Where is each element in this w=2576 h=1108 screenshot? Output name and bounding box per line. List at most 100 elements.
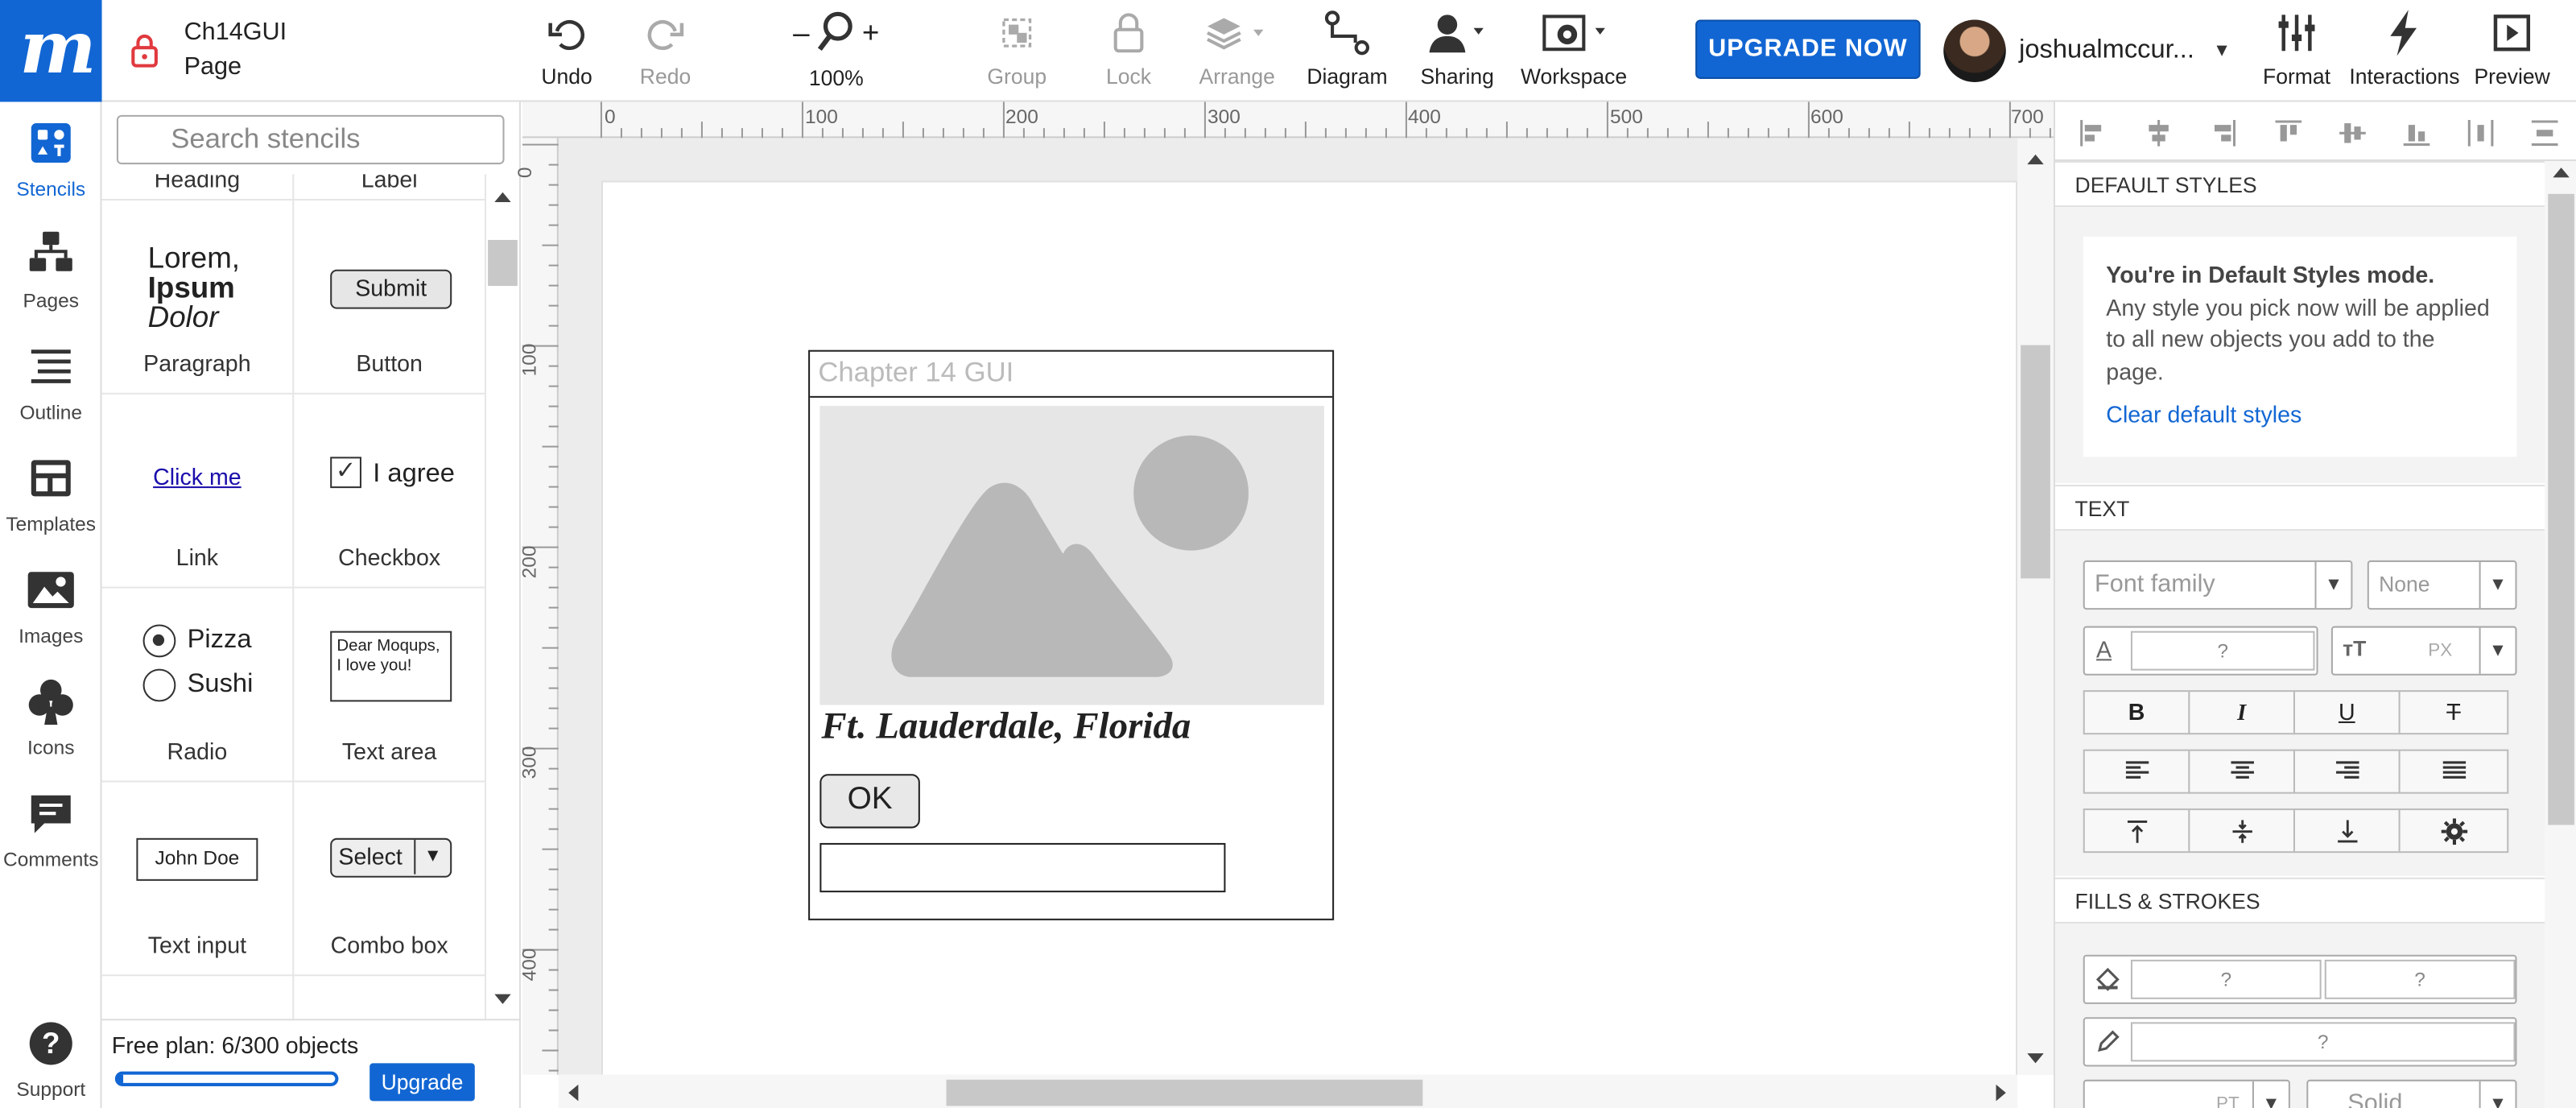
user-avatar[interactable] [1943, 19, 2006, 83]
canvas-vscroll-thumb[interactable] [2021, 345, 2050, 579]
align-bottom-icon[interactable] [2402, 118, 2432, 148]
nav-comments[interactable]: Comments [0, 779, 102, 884]
stencil-scroll-thumb[interactable] [488, 239, 518, 287]
stencil-link[interactable]: Click me Link [101, 394, 295, 589]
align-left-icon[interactable] [2079, 118, 2108, 148]
user-menu-caret-icon[interactable]: ▼ [2213, 41, 2231, 60]
stencil-more-right[interactable] [294, 976, 487, 1019]
plan-upgrade-button[interactable]: Upgrade [369, 1063, 475, 1102]
lock-icon[interactable] [128, 33, 161, 69]
panel-scroll-up-icon[interactable] [2553, 167, 2570, 179]
distribute-horizontal-icon[interactable] [2466, 118, 2496, 148]
nav-images[interactable]: Images [0, 556, 102, 661]
wireframe-ok-button[interactable]: OK [819, 774, 920, 829]
scroll-down-icon[interactable] [494, 993, 511, 1006]
stroke-color-field[interactable]: ? [2083, 1017, 2517, 1067]
underline-button[interactable]: U [2293, 690, 2401, 735]
nav-stencils[interactable]: Stencils [0, 109, 102, 214]
stencil-textarea[interactable]: Dear Moqups, I love you! Text area [294, 588, 487, 783]
text-align-left-button[interactable] [2083, 749, 2190, 794]
nav-support[interactable]: ? Support [0, 1009, 102, 1108]
text-color-field[interactable]: A ? [2083, 626, 2318, 676]
diagram-button[interactable]: Diagram [1304, 0, 1389, 102]
stencil-checkbox[interactable]: ✓ I agree Checkbox [294, 394, 487, 589]
fill-opacity-value[interactable]: ? [2324, 959, 2516, 999]
text-align-center-button[interactable] [2188, 749, 2295, 794]
wireframe-window[interactable]: Chapter 14 GUI Ft. Lauderdale, Florida O… [808, 349, 1335, 920]
stencil-more-left[interactable] [102, 976, 295, 1019]
canvas-scroll-down-icon[interactable] [2027, 1052, 2044, 1064]
fill-color-field[interactable]: ? ? [2083, 954, 2517, 1004]
scroll-up-icon[interactable] [494, 191, 511, 204]
zoom-in-button[interactable]: + [862, 15, 879, 50]
italic-button[interactable]: I [2188, 690, 2295, 735]
user-name[interactable]: joshualmccur... [2019, 36, 2194, 66]
lock-button[interactable]: Lock [1091, 0, 1166, 102]
canvas-vertical-scrollbar[interactable] [2017, 138, 2054, 1075]
wireframe-title[interactable]: Chapter 14 GUI [810, 352, 1333, 398]
nav-outline[interactable]: Outline [0, 332, 102, 437]
upgrade-now-button[interactable]: UPGRADE NOW [1695, 19, 1921, 79]
bold-button[interactable]: B [2083, 690, 2190, 735]
pencil-icon[interactable] [2095, 1029, 2121, 1056]
font-family-select[interactable]: Font family ▼ [2083, 560, 2353, 610]
nav-templates[interactable]: Templates [0, 444, 102, 549]
fills-strokes-header[interactable]: FILLS & STROKES [2055, 877, 2545, 924]
stencil-button[interactable]: Submit Button [294, 200, 487, 395]
fill-color-value[interactable]: ? [2130, 959, 2322, 999]
zoom-control[interactable]: – + 100% [786, 0, 888, 102]
stroke-color-value[interactable]: ? [2130, 1022, 2516, 1062]
strikethrough-button[interactable]: T [2398, 690, 2509, 735]
fill-bucket-icon[interactable] [2095, 966, 2121, 993]
canvas-scroll-left-icon[interactable] [568, 1084, 580, 1102]
nav-pages[interactable]: Pages [0, 220, 102, 325]
text-settings-button[interactable] [2398, 808, 2509, 854]
text-section-header[interactable]: TEXT [2055, 485, 2545, 531]
wireframe-city-heading[interactable]: Ft. Lauderdale, Florida [821, 705, 1191, 748]
document-title[interactable]: Ch14GUI [184, 18, 287, 46]
stroke-width-field[interactable]: PT ▼ [2083, 1079, 2290, 1108]
undo-button[interactable]: Undo [529, 0, 605, 102]
valign-bottom-button[interactable] [2293, 808, 2401, 854]
wireframe-text-input[interactable] [819, 842, 1226, 893]
nav-icons[interactable]: Icons [0, 668, 102, 773]
canvas-horizontal-scrollbar[interactable] [558, 1074, 2018, 1108]
align-right-icon[interactable] [2208, 118, 2238, 148]
font-weight-select[interactable]: None ▼ [2367, 560, 2517, 610]
stencil-label[interactable]: Label [294, 174, 487, 201]
stroke-style-select[interactable]: Solid ▼ [2306, 1079, 2517, 1108]
stencil-radio[interactable]: Pizza Sushi Radio [101, 588, 295, 783]
text-justify-button[interactable] [2398, 749, 2509, 794]
preview-button[interactable]: Preview [2474, 0, 2550, 102]
stencil-heading[interactable]: Heading [101, 174, 295, 201]
clear-default-styles-link[interactable]: Clear default styles [2106, 399, 2494, 432]
align-top-icon[interactable] [2273, 118, 2303, 148]
page-name[interactable]: Page [184, 52, 242, 81]
stencil-combo-box[interactable]: Select ▼ Combo box [294, 782, 487, 977]
text-align-right-button[interactable] [2293, 749, 2401, 794]
format-panel-scrollbar[interactable] [2545, 160, 2576, 1108]
arrange-button[interactable]: Arrange [1193, 0, 1282, 102]
align-middle-icon[interactable] [2338, 118, 2368, 148]
workspace-button[interactable]: Workspace [1518, 0, 1630, 102]
canvas-scroll-up-icon[interactable] [2027, 154, 2044, 166]
zoom-out-button[interactable]: – [793, 15, 809, 50]
text-color-icon[interactable]: A [2096, 626, 2112, 672]
sharing-button[interactable]: Sharing [1413, 0, 1501, 102]
format-button[interactable]: Format [2257, 0, 2336, 102]
font-size-field[interactable]: ᴛT PX ▼ [2330, 626, 2517, 676]
align-center-horizontal-icon[interactable] [2144, 118, 2174, 148]
valign-middle-button[interactable] [2188, 808, 2295, 854]
stencil-scrollbar[interactable] [486, 184, 519, 1019]
format-panel-scroll-thumb[interactable] [2548, 193, 2574, 825]
canvas-scroll-right-icon[interactable] [1995, 1084, 2006, 1102]
stencil-paragraph[interactable]: Lorem, Ipsum Dolor Paragraph [101, 200, 295, 395]
interactions-button[interactable]: Interactions [2349, 0, 2459, 102]
group-button[interactable]: Group [979, 0, 1055, 102]
moqups-logo[interactable]: m [0, 0, 102, 102]
redo-button[interactable]: Redo [628, 0, 704, 102]
distribute-vertical-icon[interactable] [2530, 118, 2560, 148]
wireframe-image-placeholder[interactable] [819, 406, 1324, 705]
valign-top-button[interactable] [2083, 808, 2190, 854]
search-stencils-input[interactable]: Search stencils [116, 114, 505, 165]
